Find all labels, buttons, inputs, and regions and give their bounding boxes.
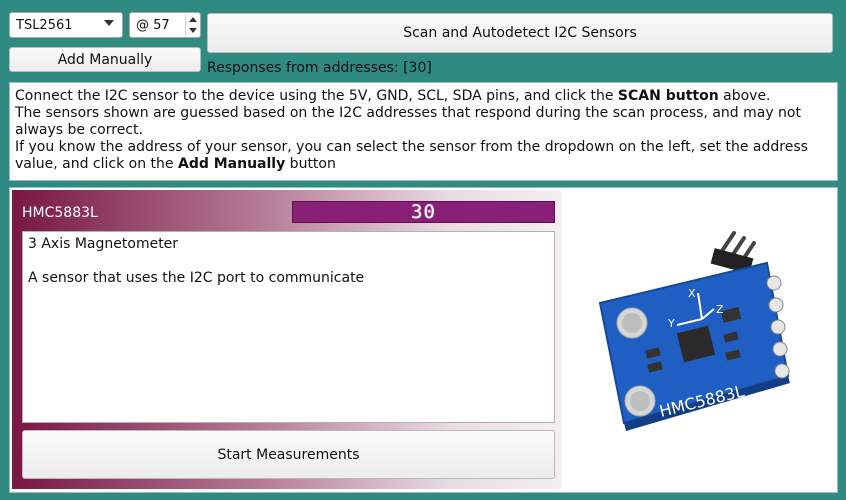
sensor-description: 3 Axis Magnetometer A sensor that uses t… — [22, 231, 555, 423]
responses-label: Responses from addresses: [30] — [207, 60, 432, 76]
address-lcd-value: 30 — [411, 201, 436, 223]
instructions-line3: If you know the address of your sensor, … — [15, 139, 808, 172]
svg-text:Z: Z — [716, 303, 724, 316]
svg-text:X: X — [688, 287, 696, 300]
description-body: A sensor that uses the I2C port to commu… — [28, 270, 365, 286]
sensor-name: HMC5883L — [22, 205, 98, 221]
sensor-dropdown-value: TSL2561 — [16, 17, 73, 33]
address-value: @ 57 — [136, 17, 170, 33]
address-spinbox[interactable]: @ 57 — [129, 12, 201, 38]
spin-up-icon[interactable] — [186, 14, 199, 25]
chevron-down-icon — [104, 20, 114, 26]
instructions-box: Connect the I2C sensor to the device usi… — [9, 82, 838, 181]
sensor-dropdown[interactable]: TSL2561 — [9, 12, 123, 38]
address-lcd-display: 30 — [292, 201, 555, 223]
add-manually-button[interactable]: Add Manually — [9, 47, 201, 72]
svg-text:Y: Y — [667, 317, 675, 330]
hmc5883l-board-image: X Y Z HMC5883L — [598, 231, 790, 431]
instructions-line2: The sensors shown are guessed based on t… — [15, 105, 801, 138]
scan-button-ref: SCAN button — [617, 88, 719, 104]
instructions-line1: Connect the I2C sensor to the device usi… — [15, 88, 771, 104]
scan-button[interactable]: Scan and Autodetect I2C Sensors — [207, 13, 833, 53]
spin-down-icon[interactable] — [186, 25, 199, 36]
sensor-image: X Y Z HMC5883L — [562, 201, 834, 480]
add-manually-ref: Add Manually — [177, 156, 286, 172]
description-title: 3 Axis Magnetometer — [28, 236, 179, 252]
start-measurements-button[interactable]: Start Measurements — [22, 430, 555, 479]
